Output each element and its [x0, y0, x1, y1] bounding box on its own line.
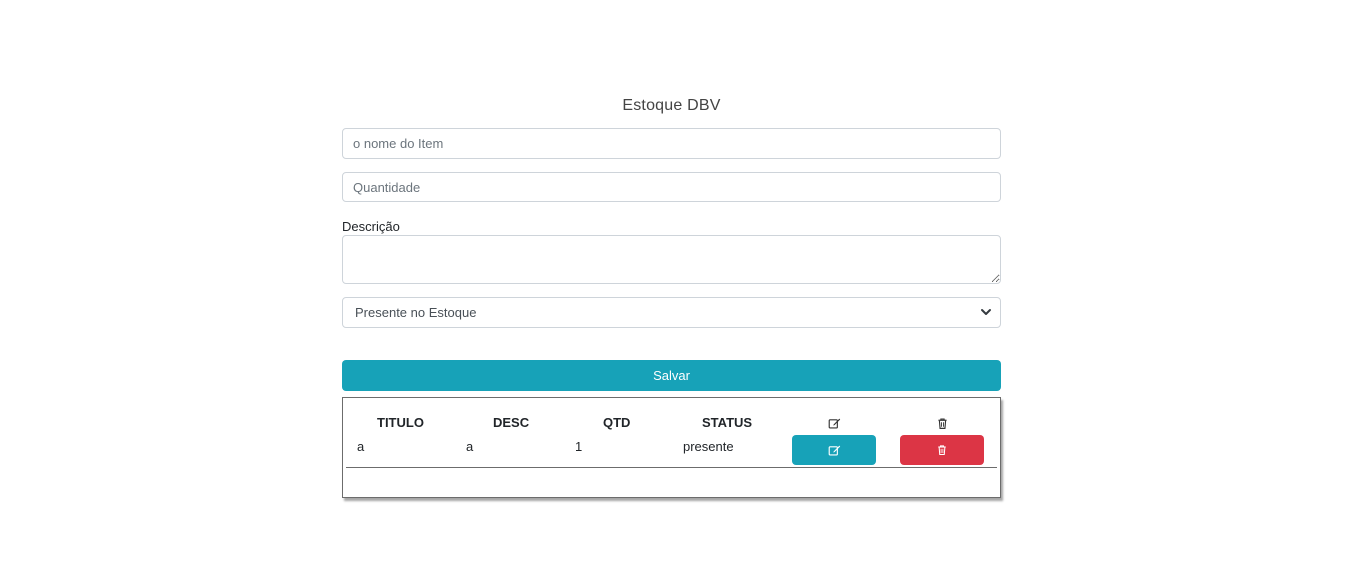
trash-icon: [938, 418, 947, 429]
cell-qtd: 1: [575, 439, 583, 454]
save-button[interactable]: Salvar: [342, 360, 1001, 391]
items-table: TITULO DESC QTD STATUS a a 1 presente: [342, 397, 1001, 498]
status-select-value: Presente no Estoque: [355, 305, 477, 320]
item-name-input[interactable]: [342, 128, 1001, 159]
column-header-status: STATUS: [702, 415, 753, 430]
chevron-down-icon: [981, 309, 991, 315]
delete-row-button[interactable]: [900, 435, 984, 465]
description-textarea[interactable]: [342, 235, 1001, 284]
page-title: Estoque DBV: [622, 97, 721, 114]
cell-desc: a: [466, 439, 474, 454]
edit-icon: [828, 418, 841, 429]
row-divider: [346, 467, 997, 468]
description-label: Descrição: [342, 219, 400, 234]
edit-row-button[interactable]: [792, 435, 876, 465]
status-select[interactable]: Presente no Estoque: [342, 297, 1001, 328]
column-header-qtd: QTD: [603, 415, 631, 430]
cell-titulo: a: [357, 439, 365, 454]
column-header-titulo: TITULO: [377, 415, 424, 430]
cell-status: presente: [683, 439, 734, 454]
quantity-input[interactable]: [342, 172, 1001, 202]
trash-icon: [938, 445, 946, 456]
column-header-desc: DESC: [493, 415, 530, 430]
edit-icon: [828, 445, 840, 456]
